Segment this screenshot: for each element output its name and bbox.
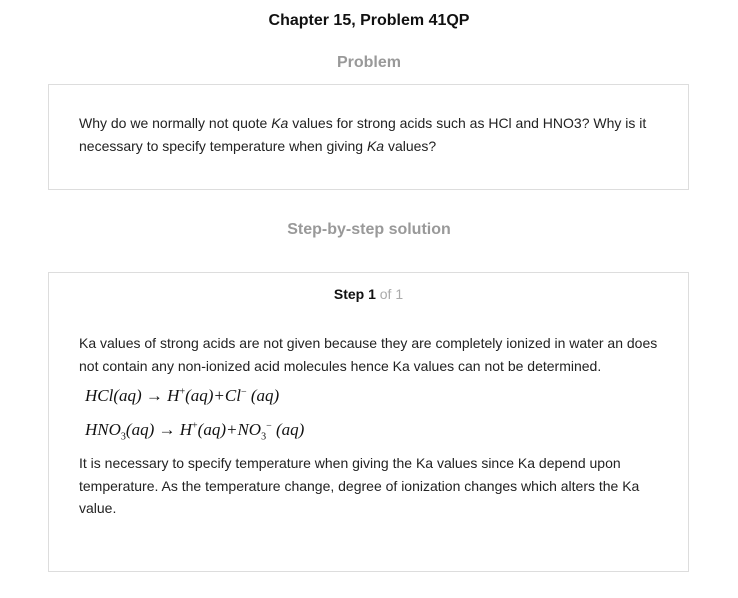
eq1-anion: Cl	[224, 386, 241, 405]
eq2-anion: NO	[237, 420, 262, 439]
page-title: Chapter 15, Problem 41QP	[268, 12, 470, 29]
step-total: of 1	[375, 286, 404, 302]
eq1-anion-charge: −	[240, 386, 247, 398]
eq2-arrow: →	[158, 420, 176, 439]
eq1-cation: H	[167, 386, 180, 405]
eq1-cation-state: (aq)	[185, 386, 214, 405]
solution-card: Step 1 of 1 Ka values of strong acids ar…	[48, 272, 689, 572]
problem-text-part: Why do we normally not quote	[79, 115, 272, 131]
step-indicator: Step 1 of 1	[49, 286, 688, 302]
solution-paragraph-2: It is necessary to specify temperature w…	[79, 455, 640, 516]
eq2-anion-state: (aq)	[275, 420, 305, 439]
ka-term: Ka	[366, 137, 385, 154]
eq2-cation-state: (aq)	[197, 420, 226, 439]
eq2-cation: H	[179, 420, 193, 439]
equation-hcl: HCl(aq) → H+(aq)+Cl− (aq)	[85, 386, 279, 406]
problem-text: Why do we normally not quote Ka values f…	[79, 112, 669, 157]
problem-card: Why do we normally not quote Ka values f…	[48, 84, 689, 190]
problem-heading: Problem	[336, 54, 401, 71]
eq2-anion-charge: −	[266, 420, 272, 432]
eq1-plus: +	[213, 386, 225, 405]
eq1-arrow: →	[145, 386, 163, 405]
eq1-reactant: HCl	[85, 386, 114, 405]
solution-paragraph-1: Ka values of strong acids are not given …	[79, 335, 658, 374]
eq1-reactant-state: (aq)	[113, 386, 142, 405]
eq2-reactant: HNO	[85, 420, 121, 439]
solution-heading: Step-by-step solution	[287, 221, 451, 238]
eq1-anion-state: (aq)	[250, 386, 280, 405]
ka-term: Ka	[271, 115, 289, 131]
eq2-plus: +	[225, 420, 238, 439]
eq2-reactant-state: (aq)	[125, 420, 155, 439]
problem-text-part: values?	[384, 137, 437, 154]
eq2-anion-subscript: 3	[261, 431, 267, 443]
equation-hno3: HNO3(aq) → H+(aq)+NO3− (aq)	[85, 420, 304, 442]
step-number: Step 1	[333, 286, 376, 302]
